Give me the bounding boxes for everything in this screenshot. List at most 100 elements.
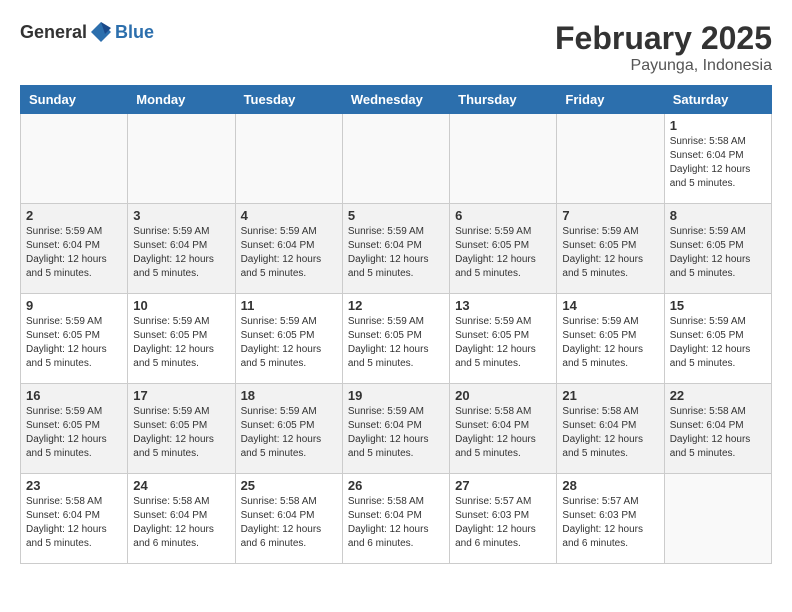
- day-info: Sunrise: 5:57 AM Sunset: 6:03 PM Dayligh…: [562, 495, 658, 551]
- calendar-cell: 15 Sunrise: 5:59 AM Sunset: 6:05 PM Dayli…: [664, 294, 771, 384]
- day-info: Sunrise: 5:58 AM Sunset: 6:04 PM Dayligh…: [133, 495, 229, 551]
- calendar-header-row: SundayMondayTuesdayWednesdayThursdayFrid…: [21, 86, 772, 114]
- calendar-cell: 16Sunrise: 5:59 AM Sunset: 6:05 PM Dayli…: [21, 384, 128, 474]
- day-number: 12: [348, 298, 444, 313]
- logo-icon: [89, 20, 113, 44]
- day-info: Sunrise: 5:57 AM Sunset: 6:03 PM Dayligh…: [455, 495, 551, 551]
- calendar-cell: [21, 114, 128, 204]
- day-number: 4: [241, 208, 337, 223]
- calendar-cell: 22Sunrise: 5:58 AM Sunset: 6:04 PM Dayli…: [664, 384, 771, 474]
- day-number: 3: [133, 208, 229, 223]
- day-info: Sunrise: 5:58 AM Sunset: 6:04 PM Dayligh…: [562, 405, 658, 461]
- calendar-cell: 2 Sunrise: 5:59 AM Sunset: 6:04 PM Daylig…: [21, 204, 128, 294]
- day-info: Sunrise: 5:59 AM Sunset: 6:04 PM Dayligh…: [348, 405, 444, 461]
- calendar-cell: 24Sunrise: 5:58 AM Sunset: 6:04 PM Dayli…: [128, 474, 235, 564]
- calendar-week-row: 23 Sunrise: 5:58 AM Sunset: 6:04 PM Dayli…: [21, 474, 772, 564]
- day-number: 26: [348, 478, 444, 493]
- page-header: General Blue February 2025 Payunga, Indo…: [20, 20, 772, 75]
- calendar-cell: 25 Sunrise: 5:58 AM Sunset: 6:04 PM Dayli…: [235, 474, 342, 564]
- day-number: 6: [455, 208, 551, 223]
- day-info: Sunrise: 5:58 AM Sunset: 6:04 PM Dayligh…: [26, 495, 122, 551]
- day-info: Sunrise: 5:59 AM Sunset: 6:04 PM Dayligh…: [348, 225, 444, 281]
- calendar-cell: 4 Sunrise: 5:59 AM Sunset: 6:04 PM Daylig…: [235, 204, 342, 294]
- calendar-table: SundayMondayTuesdayWednesdayThursdayFrid…: [20, 85, 772, 564]
- day-number: 28: [562, 478, 658, 493]
- calendar-cell: 19 Sunrise: 5:59 AM Sunset: 6:04 PM Dayli…: [342, 384, 449, 474]
- calendar-cell: [128, 114, 235, 204]
- title-section: February 2025 Payunga, Indonesia: [555, 20, 772, 75]
- calendar-cell: 27 Sunrise: 5:57 AM Sunset: 6:03 PM Dayli…: [450, 474, 557, 564]
- calendar-cell: [664, 474, 771, 564]
- weekday-header: Monday: [128, 86, 235, 114]
- calendar-cell: 10Sunrise: 5:59 AM Sunset: 6:05 PM Dayli…: [128, 294, 235, 384]
- day-number: 14: [562, 298, 658, 313]
- day-number: 8: [670, 208, 766, 223]
- day-info: Sunrise: 5:58 AM Sunset: 6:04 PM Dayligh…: [670, 405, 766, 461]
- weekday-header: Sunday: [21, 86, 128, 114]
- day-info: Sunrise: 5:58 AM Sunset: 6:04 PM Dayligh…: [670, 135, 766, 191]
- day-info: Sunrise: 5:58 AM Sunset: 6:04 PM Dayligh…: [455, 405, 551, 461]
- calendar-cell: 14 Sunrise: 5:59 AM Sunset: 6:05 PM Dayli…: [557, 294, 664, 384]
- calendar-week-row: 1 Sunrise: 5:58 AM Sunset: 6:04 PM Daylig…: [21, 114, 772, 204]
- day-info: Sunrise: 5:59 AM Sunset: 6:04 PM Dayligh…: [241, 225, 337, 281]
- calendar-cell: 6Sunrise: 5:59 AM Sunset: 6:05 PM Daylig…: [450, 204, 557, 294]
- calendar-cell: 26 Sunrise: 5:58 AM Sunset: 6:04 PM Dayli…: [342, 474, 449, 564]
- calendar-cell: [450, 114, 557, 204]
- day-info: Sunrise: 5:59 AM Sunset: 6:05 PM Dayligh…: [670, 225, 766, 281]
- calendar-week-row: 2 Sunrise: 5:59 AM Sunset: 6:04 PM Daylig…: [21, 204, 772, 294]
- day-number: 2: [26, 208, 122, 223]
- day-info: Sunrise: 5:59 AM Sunset: 6:05 PM Dayligh…: [562, 225, 658, 281]
- day-info: Sunrise: 5:59 AM Sunset: 6:04 PM Dayligh…: [26, 225, 122, 281]
- day-info: Sunrise: 5:59 AM Sunset: 6:05 PM Dayligh…: [670, 315, 766, 371]
- calendar-cell: 20Sunrise: 5:58 AM Sunset: 6:04 PM Dayli…: [450, 384, 557, 474]
- calendar-cell: 12 Sunrise: 5:59 AM Sunset: 6:05 PM Dayli…: [342, 294, 449, 384]
- day-number: 1: [670, 118, 766, 133]
- calendar-cell: 13Sunrise: 5:59 AM Sunset: 6:05 PM Dayli…: [450, 294, 557, 384]
- calendar-cell: 5 Sunrise: 5:59 AM Sunset: 6:04 PM Daylig…: [342, 204, 449, 294]
- day-number: 21: [562, 388, 658, 403]
- day-number: 13: [455, 298, 551, 313]
- day-number: 19: [348, 388, 444, 403]
- calendar-cell: 7 Sunrise: 5:59 AM Sunset: 6:05 PM Daylig…: [557, 204, 664, 294]
- day-info: Sunrise: 5:59 AM Sunset: 6:05 PM Dayligh…: [348, 315, 444, 371]
- calendar-cell: 21 Sunrise: 5:58 AM Sunset: 6:04 PM Dayli…: [557, 384, 664, 474]
- weekday-header: Saturday: [664, 86, 771, 114]
- calendar-cell: 23 Sunrise: 5:58 AM Sunset: 6:04 PM Dayli…: [21, 474, 128, 564]
- calendar-cell: [235, 114, 342, 204]
- day-number: 23: [26, 478, 122, 493]
- day-info: Sunrise: 5:59 AM Sunset: 6:04 PM Dayligh…: [133, 225, 229, 281]
- day-number: 18: [241, 388, 337, 403]
- day-info: Sunrise: 5:58 AM Sunset: 6:04 PM Dayligh…: [348, 495, 444, 551]
- calendar-cell: 9 Sunrise: 5:59 AM Sunset: 6:05 PM Daylig…: [21, 294, 128, 384]
- day-number: 25: [241, 478, 337, 493]
- day-number: 16: [26, 388, 122, 403]
- day-number: 9: [26, 298, 122, 313]
- day-number: 27: [455, 478, 551, 493]
- logo: General Blue: [20, 20, 154, 44]
- weekday-header: Friday: [557, 86, 664, 114]
- logo-general: General: [20, 22, 87, 43]
- logo-blue: Blue: [115, 22, 154, 43]
- calendar-cell: 3 Sunrise: 5:59 AM Sunset: 6:04 PM Daylig…: [128, 204, 235, 294]
- day-info: Sunrise: 5:59 AM Sunset: 6:05 PM Dayligh…: [241, 405, 337, 461]
- day-info: Sunrise: 5:59 AM Sunset: 6:05 PM Dayligh…: [562, 315, 658, 371]
- weekday-header: Wednesday: [342, 86, 449, 114]
- calendar-cell: 11Sunrise: 5:59 AM Sunset: 6:05 PM Dayli…: [235, 294, 342, 384]
- calendar-cell: 8 Sunrise: 5:59 AM Sunset: 6:05 PM Daylig…: [664, 204, 771, 294]
- day-number: 7: [562, 208, 658, 223]
- location: Payunga, Indonesia: [555, 57, 772, 75]
- day-info: Sunrise: 5:58 AM Sunset: 6:04 PM Dayligh…: [241, 495, 337, 551]
- day-number: 15: [670, 298, 766, 313]
- calendar-cell: 1 Sunrise: 5:58 AM Sunset: 6:04 PM Daylig…: [664, 114, 771, 204]
- day-info: Sunrise: 5:59 AM Sunset: 6:05 PM Dayligh…: [26, 315, 122, 371]
- day-number: 17: [133, 388, 229, 403]
- calendar-cell: [557, 114, 664, 204]
- weekday-header: Tuesday: [235, 86, 342, 114]
- day-number: 11: [241, 298, 337, 313]
- weekday-header: Thursday: [450, 86, 557, 114]
- day-number: 5: [348, 208, 444, 223]
- day-info: Sunrise: 5:59 AM Sunset: 6:05 PM Dayligh…: [133, 315, 229, 371]
- day-info: Sunrise: 5:59 AM Sunset: 6:05 PM Dayligh…: [133, 405, 229, 461]
- calendar-cell: [342, 114, 449, 204]
- calendar-cell: 18 Sunrise: 5:59 AM Sunset: 6:05 PM Dayli…: [235, 384, 342, 474]
